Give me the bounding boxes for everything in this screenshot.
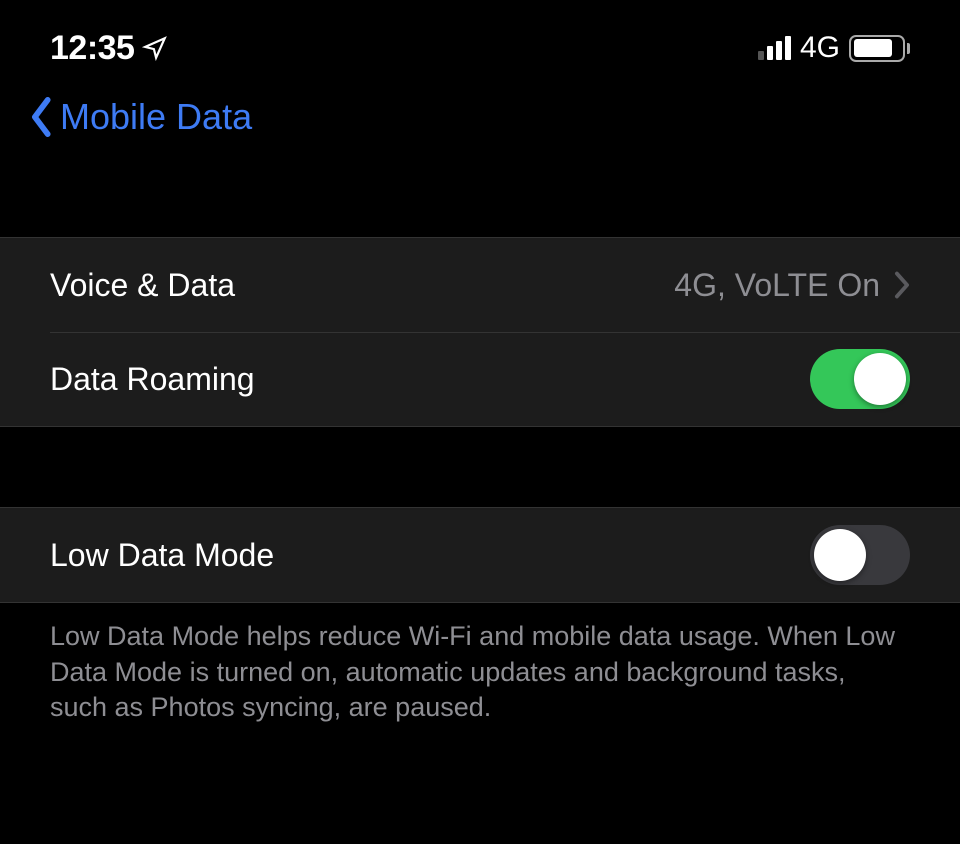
voice-data-label: Voice & Data [50, 267, 235, 304]
low-data-mode-switch[interactable] [810, 525, 910, 585]
voice-data-value: 4G, VoLTE On [674, 267, 880, 304]
voice-data-cell[interactable]: Voice & Data 4G, VoLTE On [0, 238, 960, 332]
status-bar: 12:35 4G [0, 0, 960, 90]
network-label: 4G [800, 31, 840, 65]
chevron-right-icon [894, 271, 910, 299]
status-time: 12:35 [50, 29, 134, 68]
signal-icon [758, 36, 791, 60]
settings-group-1: Voice & Data 4G, VoLTE On Data Roaming [0, 237, 960, 427]
back-label: Mobile Data [60, 96, 252, 138]
battery-icon [849, 35, 910, 62]
status-left: 12:35 [50, 29, 168, 68]
status-right: 4G [758, 31, 910, 65]
section-gap [0, 427, 960, 507]
chevron-left-icon [28, 97, 56, 137]
location-icon [142, 35, 168, 61]
low-data-mode-footer: Low Data Mode helps reduce Wi-Fi and mob… [0, 603, 960, 742]
data-roaming-cell: Data Roaming [0, 332, 960, 426]
nav-bar: Mobile Data [0, 90, 960, 162]
section-gap [0, 162, 960, 237]
settings-group-2: Low Data Mode [0, 507, 960, 603]
data-roaming-switch[interactable] [810, 349, 910, 409]
voice-data-right: 4G, VoLTE On [674, 267, 910, 304]
low-data-mode-label: Low Data Mode [50, 537, 274, 574]
back-button[interactable]: Mobile Data [28, 96, 252, 138]
data-roaming-label: Data Roaming [50, 361, 255, 398]
low-data-mode-cell: Low Data Mode [0, 508, 960, 602]
